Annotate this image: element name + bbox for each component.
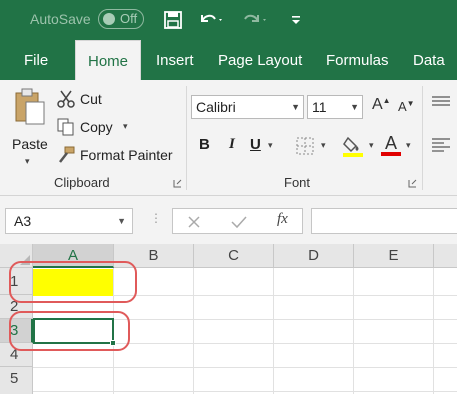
borders-icon[interactable]: [296, 137, 314, 155]
redo-icon[interactable]: [240, 8, 268, 32]
save-icon[interactable]: [162, 8, 184, 32]
fill-color-icon[interactable]: [342, 134, 366, 158]
autosave-toggle[interactable]: Off: [98, 9, 144, 29]
gridline: [353, 268, 354, 394]
annotation-circle-row-1: [9, 261, 137, 303]
paste-icon: [15, 88, 45, 125]
formula-buttons: fx: [172, 208, 303, 234]
cut-label: Cut: [80, 91, 102, 107]
splitter-handle[interactable]: ⋮: [150, 211, 162, 225]
cut-button[interactable]: Cut: [57, 88, 117, 110]
tab-home[interactable]: Home: [75, 40, 141, 80]
gridline: [33, 367, 457, 368]
format-painter-icon: [59, 146, 75, 163]
chevron-down-icon: ▼: [291, 102, 300, 112]
align-left-icon[interactable]: [432, 138, 450, 152]
font-color-label: A: [385, 133, 398, 153]
paste-label: Paste: [12, 136, 48, 152]
row-header-5[interactable]: 5: [0, 367, 33, 394]
ribbon-tabs: File Home Insert Page Layout Formulas Da…: [0, 40, 457, 80]
column-header-d[interactable]: D: [274, 244, 354, 268]
font-color-swatch: [381, 152, 401, 156]
align-top-icon[interactable]: [432, 96, 450, 110]
insert-function-icon[interactable]: fx: [277, 211, 288, 228]
group-separator: [422, 86, 423, 190]
scissors-icon: [57, 90, 75, 108]
paste-dropdown-icon: ▾: [25, 156, 30, 166]
fill-color-dropdown-icon[interactable]: ▾: [369, 140, 374, 151]
font-color-dropdown-icon[interactable]: ▾: [406, 140, 411, 151]
font-launcher-icon[interactable]: [408, 179, 417, 188]
font-color-button[interactable]: A: [381, 133, 403, 157]
copy-button[interactable]: Copy ▾: [57, 116, 137, 138]
undo-icon[interactable]: [198, 8, 224, 32]
increase-font-size-icon[interactable]: A▲: [372, 96, 391, 114]
column-header-e[interactable]: E: [354, 244, 434, 268]
borders-dropdown-icon[interactable]: ▾: [321, 140, 326, 151]
copy-label: Copy: [80, 119, 113, 135]
copy-icon: [57, 118, 74, 136]
underline-dropdown-icon[interactable]: ▾: [268, 140, 273, 151]
paste-button[interactable]: Paste ▾: [8, 86, 52, 168]
tab-page-layout[interactable]: Page Layout: [218, 40, 302, 80]
clipboard-launcher-icon[interactable]: [173, 179, 182, 188]
toggle-knob: [103, 13, 115, 25]
autosave-label: AutoSave: [30, 11, 91, 27]
enter-check-icon[interactable]: [231, 215, 247, 229]
tab-file[interactable]: File: [24, 40, 48, 80]
copy-dropdown-icon: ▾: [123, 121, 128, 131]
font-name-dropdown[interactable]: Calibri ▼: [191, 95, 304, 119]
font-size-dropdown[interactable]: 11 ▼: [307, 95, 363, 119]
ribbon: Paste ▾ Cut Copy ▾ Format Painter Clipbo…: [0, 80, 457, 196]
title-bar: AutoSave Off: [0, 0, 457, 40]
cancel-icon[interactable]: [187, 215, 201, 229]
clipboard-group-label: Clipboard: [54, 175, 110, 190]
tab-data[interactable]: Data: [413, 40, 445, 80]
chevron-down-icon: ▼: [117, 216, 126, 226]
formula-input[interactable]: [311, 208, 457, 234]
tab-formulas[interactable]: Formulas: [326, 40, 389, 80]
underline-button[interactable]: U: [250, 136, 261, 153]
font-group-label: Font: [284, 175, 311, 190]
formula-bar: A3 ▼ ⋮ fx: [0, 196, 457, 244]
chevron-down-icon: ▼: [350, 102, 359, 112]
tab-insert[interactable]: Insert: [156, 40, 194, 80]
name-box[interactable]: A3 ▼: [5, 208, 133, 234]
format-painter-button[interactable]: Format Painter: [57, 144, 181, 166]
group-separator: [186, 86, 187, 190]
italic-button[interactable]: I: [229, 136, 235, 153]
column-header-partial[interactable]: [434, 244, 457, 268]
format-painter-label: Format Painter: [80, 147, 173, 163]
decrease-font-size-icon[interactable]: A▼: [398, 99, 415, 114]
gridline: [33, 391, 457, 392]
worksheet-grid[interactable]: A B C D E 1 2 3 4 5: [0, 244, 457, 394]
name-box-value: A3: [14, 213, 32, 229]
gridline: [433, 268, 434, 394]
font-size-value: 11: [312, 99, 327, 115]
font-name-value: Calibri: [196, 99, 236, 115]
toggle-state: Off: [120, 11, 138, 26]
gridline: [273, 268, 274, 394]
gridline: [193, 268, 194, 394]
annotation-circle-row-3: [9, 311, 130, 351]
customize-qat-icon[interactable]: [290, 8, 302, 32]
bold-button[interactable]: B: [199, 136, 210, 153]
column-header-c[interactable]: C: [194, 244, 274, 268]
